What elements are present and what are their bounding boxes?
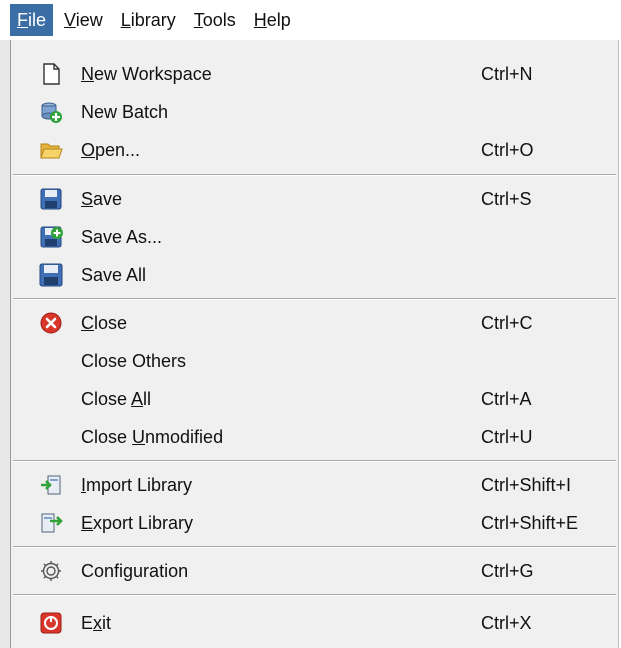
menu-item-label: Close Others [81,342,186,380]
menu-item-label: Save All [81,256,146,294]
menu-view[interactable]: View [57,4,110,36]
menu-bar: File View Library Tools Help [0,0,621,40]
label-pre: Close [81,389,132,409]
menu-tools[interactable]: Tools [187,4,243,36]
gear-icon [39,559,63,583]
menu-item-shortcut: Ctrl+Shift+E [481,513,579,533]
label-mnemonic: N [81,64,94,84]
menu-item-configuration[interactable]: Configuration Ctrl+G [11,552,618,590]
menu-item-label: Close All [81,380,151,418]
menu-item-shortcut: Ctrl+A [481,389,532,409]
menu-help-mnemonic: H [253,10,267,30]
menu-item-shortcut: Ctrl+G [481,561,534,581]
label-mnemonic: E [81,513,94,533]
menu-item-save-all[interactable]: Save All [11,256,618,294]
menu-view-rest: iew [75,10,103,30]
menu-separator [13,546,616,548]
menu-file-mnemonic: F [17,10,28,30]
menu-library-rest: ibrary [130,10,176,30]
menu-item-shortcut: Ctrl+X [481,613,532,633]
export-icon [39,511,63,535]
menu-item-label: Import Library [81,466,192,504]
label-mnemonic: S [81,189,94,209]
menu-item-label: Close [81,304,127,342]
menu-item-label: Save As... [81,218,162,256]
label-post: uration [133,561,189,581]
label-post: nmodified [145,427,224,447]
menu-item-shortcut: Ctrl+U [481,427,533,447]
save-as-icon [39,225,63,249]
label-post: it [102,613,112,633]
new-batch-icon [39,100,63,124]
label-post: lose [94,313,128,333]
menu-separator [13,460,616,462]
label-mnemonic: C [81,313,94,333]
menu-item-label: Close Unmodified [81,418,223,456]
menu-file-rest: ile [28,10,47,30]
menu-item-new-workspace[interactable]: New Workspace Ctrl+N [11,55,618,93]
menu-help[interactable]: Help [247,4,298,36]
label-post: ew Workspace [94,64,212,84]
menu-help-rest: elp [266,10,291,30]
label-post: ll [143,389,152,409]
menu-item-label: Open... [81,131,140,169]
menu-separator [13,298,616,300]
label-post: mport Library [86,475,193,495]
label-mnemonic: O [81,140,96,160]
menu-item-close-all[interactable]: Close All Ctrl+A [11,380,618,418]
menu-item-close[interactable]: Close Ctrl+C [11,304,618,342]
menu-item-save[interactable]: Save Ctrl+S [11,180,618,218]
label-pre: Save As... [81,227,163,247]
menu-item-export-library[interactable]: Export Library Ctrl+Shift+E [11,504,618,542]
save-disk-icon [39,187,63,211]
menu-item-shortcut: Ctrl+Shift+I [481,475,572,495]
menu-item-label: New Batch [81,93,168,131]
open-folder-icon [39,138,63,162]
menu-tools-rest: ools [202,10,236,30]
menu-separator [13,594,616,596]
close-icon [39,311,63,335]
menu-item-save-as[interactable]: Save As... [11,218,618,256]
label-pre: E [81,613,94,633]
menu-item-new-batch[interactable]: New Batch [11,93,618,131]
label-pre: Confi [81,561,124,581]
label-pre: Close Others [81,351,187,371]
background-window-edge [0,40,10,648]
menu-item-label: Save [81,180,122,218]
menu-item-shortcut: Ctrl+O [481,140,534,160]
menu-item-shortcut: Ctrl+C [481,313,533,333]
label-post: xport Library [93,513,194,533]
label-pre: Save All [81,265,147,285]
menu-item-label: Export Library [81,504,193,542]
menu-item-exit[interactable]: Exit Ctrl+X [11,604,618,642]
menu-item-label: New Workspace [81,55,212,93]
new-document-icon [39,62,63,86]
menu-library-mnemonic: L [120,10,131,30]
save-all-icon [39,263,63,287]
exit-icon [39,611,63,635]
menu-item-shortcut: Ctrl+N [481,64,533,84]
menu-library[interactable]: Library [114,4,183,36]
menu-item-label: Exit [81,604,111,642]
menu-item-label: Configuration [81,552,188,590]
file-menu: New Workspace Ctrl+N New Batch Open... C… [10,40,619,648]
label-post: ave [93,189,123,209]
menu-file[interactable]: File [10,4,54,36]
label-pre: Close [81,427,133,447]
label-mnemonic: A [131,389,144,409]
menu-separator [13,174,616,176]
label-mnemonic: U [132,427,146,447]
menu-item-close-others[interactable]: Close Others [11,342,618,380]
menu-view-mnemonic: V [64,10,76,30]
menu-item-open[interactable]: Open... Ctrl+O [11,131,618,169]
label-mnemonic: x [93,613,103,633]
label-mnemonic: g [123,561,134,581]
label-pre: New Batch [81,102,169,122]
menu-item-close-unmodified[interactable]: Close Unmodified Ctrl+U [11,418,618,456]
label-post: pen... [95,140,141,160]
menu-item-import-library[interactable]: Import Library Ctrl+Shift+I [11,466,618,504]
import-icon [39,473,63,497]
menu-tools-mnemonic: T [193,10,203,30]
menu-item-shortcut: Ctrl+S [481,189,532,209]
